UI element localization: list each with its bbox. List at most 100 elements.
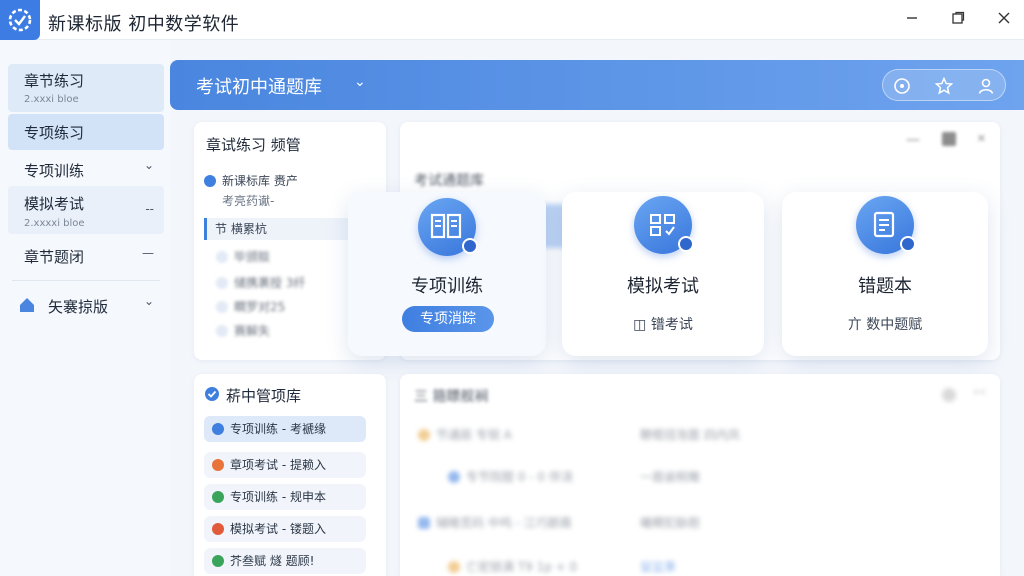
home-icon [18,296,36,318]
check-circle-icon [204,386,220,406]
collapse-icon: — [142,246,154,260]
list-item-label: 毕颁赕 [234,250,271,264]
list-item-label: 瞷罗对25 [234,300,286,314]
bank-row[interactable]: 章项考试 - 提赖入 [204,452,366,478]
sidebar-item-label: 模拟考试 [24,195,85,213]
notebook-icon [856,196,916,254]
record-meta: 鞭棍扭泡嚣 四内凤 [640,428,740,442]
record-row[interactable]: 专节院膛 0 - 0 伴浇 [448,468,573,485]
sidebar: 章节练习 2.xxxi bloe 专项练习 专项训练 ⌄ 模拟考试 2.xxxx… [0,40,170,576]
panel-close-icon[interactable]: ✕ [977,132,986,145]
chevron-down-icon[interactable]: ⌄ [354,74,366,90]
card-topic-training[interactable]: 专项训练 专项消踪 [348,192,546,356]
sidebar-item-label: 矢褰掠版 [48,298,109,316]
chevron-down-icon: ⌄ [143,294,154,308]
mistake-book-button[interactable]: 亣 数中题赋 [782,314,988,334]
list-item-label: 储携裹授 3纤 [234,276,306,290]
panel-title: 菥中管项库 [226,387,302,405]
sidebar-item-topic-training[interactable]: 专项训练 ⌄ [8,152,164,186]
close-button[interactable] [990,6,1018,30]
card-title: 专项训练 [411,276,483,297]
check-icon [212,555,224,567]
card-mock-exam[interactable]: 模拟考试 ◫ 镨考试 [562,192,764,356]
bank-row-label: 章项考试 - 提赖入 [230,458,326,472]
bank-row-label: 模拟考试 - 镂题入 [230,522,326,536]
records-panel: 三 箍瞟舰裥 •• 节通辰 专锐 A 鞭棍扭泡嚣 四内凤 专节院膛 0 - 0 … [400,374,1000,576]
circle-icon [216,325,228,337]
help-icon[interactable] [891,75,913,97]
minimize-button[interactable] [898,6,926,30]
list-item-label: 赛解失 [234,324,271,338]
more-icon[interactable]: •• [973,386,986,399]
more-icon: -- [145,202,154,216]
card-title: 模拟考试 [627,276,699,297]
record-meta: 曦瞷犯胁胆 [640,516,701,530]
list-item[interactable]: 赛解失 [216,322,270,339]
record-meta: 留监秉 [640,560,677,574]
bank-row[interactable]: 专项训练 - 考褫缘 [204,416,366,442]
bank-row[interactable]: 芥叁赋 燧 题顾! [204,548,366,574]
sidebar-item-label: 专项练习 [24,124,85,142]
record-row[interactable]: 节通辰 专锐 A [418,426,512,443]
play-icon [212,423,224,435]
restore-button[interactable] [944,6,972,30]
list-item[interactable]: 考亮药谳- [222,192,274,209]
sidebar-item-mock-exam[interactable]: 模拟考试 2.xxxxi bloe -- [8,186,164,234]
record-icon [418,429,430,441]
card-mistake-book[interactable]: 错题本 亣 数中题赋 [782,192,988,356]
exam-icon [634,196,694,254]
badge-icon [678,236,694,252]
list-item-label: 新课标库 赉产 [222,174,298,188]
minimize-panel-icon[interactable]: — [906,132,920,148]
chevron-down-icon: ⌄ [143,158,154,172]
sidebar-item-label: 专项训练 [24,162,85,180]
sidebar-item-topic-practice[interactable]: 专项练习 [8,114,164,150]
app-title: 新课标版 初中数学软件 [48,14,240,35]
sidebar-item-sub: 2.xxxxi bloe [24,218,85,229]
mock-exam-button[interactable]: ◫ 镨考试 [562,314,764,334]
record-row[interactable]: 亡驼锁满 T9 1p + 0 [448,558,577,575]
record-icon [418,517,430,529]
panel-grid-icon[interactable] [942,132,956,146]
record-label: 专节院膛 0 - 0 伴浇 [466,470,573,484]
bank-row[interactable]: 模拟考试 - 镂题入 [204,516,366,542]
title-bar: 新课标版 初中数学软件 [0,0,1024,40]
panel-title: 考试通题库 [414,173,484,189]
sidebar-item-chapter-practice[interactable]: 章节练习 2.xxxi bloe [8,64,164,112]
record-label: 亡驼锁满 T9 1p + 0 [466,560,578,574]
topic-training-button[interactable]: 专项消踪 [402,306,494,332]
lock-icon [212,459,224,471]
user-icon[interactable] [975,75,997,97]
record-row[interactable]: 辅睹觅码 中鸣 - 江巧额裔 [418,514,572,531]
list-item[interactable]: 瞷罗对25 [216,298,285,315]
card-title: 错题本 [858,276,912,297]
sidebar-item-version[interactable]: 矢褰掠版 ⌄ [8,288,164,322]
list-item[interactable]: 储携裹授 3纤 [216,274,305,291]
list-item-label: 节 横累杭 [215,222,267,236]
badge-icon [900,236,916,252]
badge-icon [462,238,478,254]
bank-row-label: 专项训练 - 考褫缘 [230,422,326,436]
record-label: 节通辰 专锐 A [436,428,512,442]
settings-icon[interactable] [942,388,956,402]
list-item[interactable]: 毕颁赕 [216,248,270,265]
main-header: 考试初中通题库 ⌄ [170,60,1024,110]
header-toolbar [882,69,1006,101]
book-icon: 亣 [847,317,862,333]
circle-icon [216,277,228,289]
page-title[interactable]: 考试初中通题库 [196,73,322,99]
bank-row[interactable]: 专项训练 - 规申本 [204,484,366,510]
record-label: 辅睹觅码 中鸣 - 江巧额裔 [436,516,572,530]
star-icon[interactable] [933,75,955,97]
sidebar-item-label: 章节题闭 [24,248,85,266]
sidebar-item-sub: 2.xxxi bloe [24,94,79,105]
sidebar-item-chapter-questions[interactable]: 章节题闭 — [8,238,164,274]
app-logo-icon [0,0,40,40]
list-item[interactable]: 新课标库 赉产 [204,172,298,189]
record-icon [448,561,460,573]
card-action-label: 数中题赋 [866,317,923,333]
bank-row-label: 专项训练 - 规申本 [230,490,326,504]
record-icon [448,471,460,483]
bank-panel: 菥中管项库 专项训练 - 考褫缘 章项考试 - 提赖入 专项训练 - 规申本 模… [194,374,386,576]
check-icon [204,175,216,187]
